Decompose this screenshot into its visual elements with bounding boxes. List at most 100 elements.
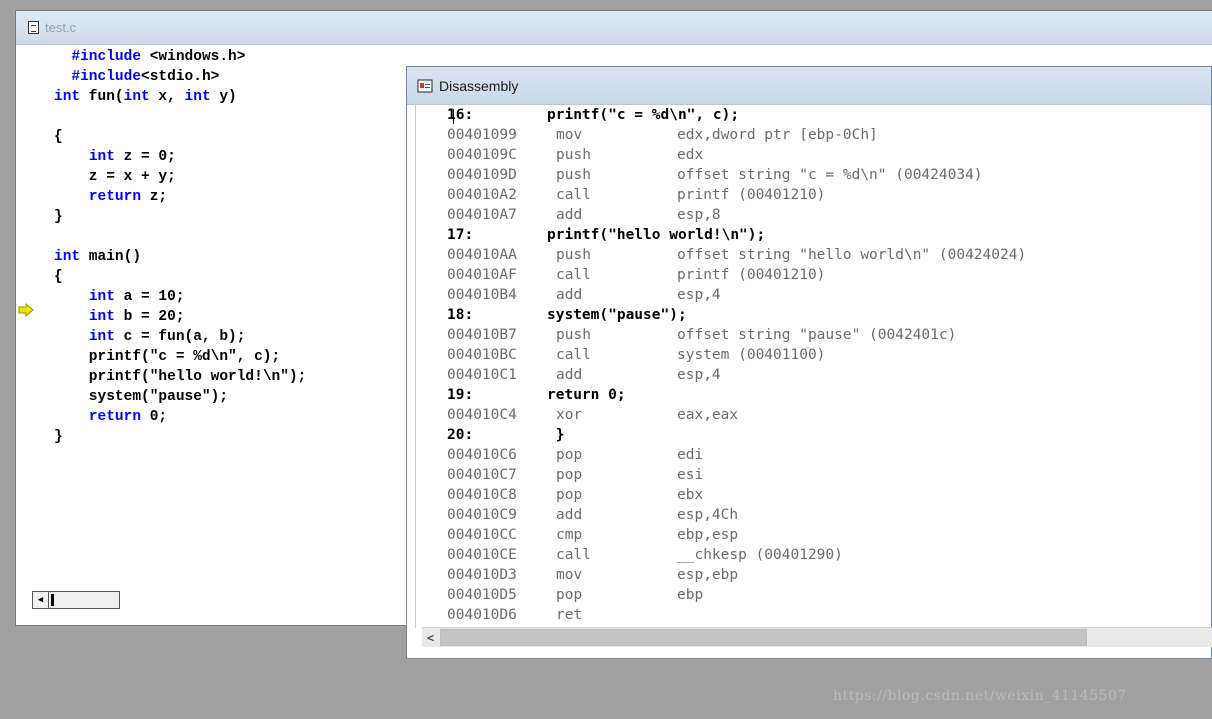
disassembly-window-title: Disassembly <box>439 77 519 94</box>
scroll-thumb[interactable] <box>51 594 54 606</box>
code-line[interactable]: return z; <box>54 187 306 207</box>
instruction-row[interactable]: 004010C7 pop esi <box>447 465 1207 485</box>
scroll-thumb[interactable] <box>440 629 1087 646</box>
code-token: printf("c = %d\n", c); <box>54 349 281 365</box>
code-line[interactable]: int b = 20; <box>54 307 306 327</box>
source-line-number: 18: <box>447 307 474 323</box>
source-annotation-row[interactable]: 19: return 0; <box>447 385 626 405</box>
disassembly-horizontal-scrollbar[interactable]: < <box>422 627 1212 647</box>
source-line-number: 20: <box>447 427 474 443</box>
source-line-code: } <box>547 427 565 443</box>
code-line[interactable]: } <box>54 207 306 227</box>
code-line[interactable]: #include <windows.h> <box>54 47 306 67</box>
code-token: fun( <box>80 89 124 105</box>
code-token: z; <box>141 189 168 205</box>
instruction-row[interactable]: 0040109C push edx <box>447 145 1207 165</box>
disassembly-icon <box>417 79 433 92</box>
source-horizontal-scrollbar[interactable]: ◀ <box>32 591 120 609</box>
code-line[interactable]: printf("c = %d\n", c); <box>54 347 306 367</box>
source-window-titlebar[interactable]: test.c <box>16 11 1212 45</box>
instruction-row[interactable]: 004010A7 add esp,8 <box>447 205 1207 225</box>
keyword-token: int <box>123 89 150 105</box>
code-line[interactable] <box>54 107 306 127</box>
disassembly-listing[interactable]: 16: printf("c = %d\n", c); 00401099 mov edx,… <box>415 105 1212 628</box>
instruction-address: 0040109D <box>447 167 517 183</box>
code-line[interactable]: int c = fun(a, b); <box>54 327 306 347</box>
instruction-address: 004010AF <box>447 267 517 283</box>
instruction-row[interactable]: 004010C9 add esp,4Ch <box>447 505 1207 525</box>
instruction-row[interactable]: 004010D5 pop ebp <box>447 585 1207 605</box>
instruction-row[interactable]: 004010AF call printf (00401210) <box>447 265 1207 285</box>
source-line-number: 17: <box>447 227 474 243</box>
instruction-operands: ebx <box>677 487 704 503</box>
source-line-number: 19: <box>447 387 474 403</box>
disassembly-window-titlebar[interactable]: Disassembly <box>407 67 1211 105</box>
code-line[interactable]: return 0; <box>54 407 306 427</box>
instruction-address: 004010D5 <box>447 587 517 603</box>
instruction-address: 004010B4 <box>447 287 517 303</box>
instruction-row[interactable]: 004010AA push offset string "hello world\n… <box>447 245 1207 265</box>
keyword-token: int <box>88 309 115 325</box>
instruction-address: 00401099 <box>447 127 517 143</box>
scroll-left-icon[interactable]: < <box>422 628 439 647</box>
code-line[interactable]: printf("hello world!\n"); <box>54 367 307 387</box>
instruction-row[interactable]: 004010B4 add esp,4 <box>447 285 1207 305</box>
instruction-row[interactable]: 004010C6 pop edi <box>447 445 1207 465</box>
source-code[interactable]: #include <windows.h> #include<stdio.h> in… <box>54 47 306 447</box>
instruction-row[interactable]: 004010D6 ret <box>447 605 1207 625</box>
code-line[interactable]: { <box>54 127 306 147</box>
code-line[interactable]: system("pause"); <box>54 387 306 407</box>
source-annotation-row[interactable]: 20: } <box>447 425 564 445</box>
current-line-arrow-icon <box>18 303 34 317</box>
keyword-token: return <box>88 409 142 425</box>
instruction-operands: offset string "pause" (0042401c) <box>677 327 957 343</box>
code-line[interactable] <box>54 227 306 247</box>
instruction-mnemonic: pop <box>556 487 583 503</box>
instruction-row[interactable]: 004010C4 xor eax,eax <box>447 405 1207 425</box>
code-token: <stdio.h> <box>141 69 220 85</box>
source-annotation-row[interactable]: 18: system("pause"); <box>447 305 687 325</box>
instruction-operands: system (00401100) <box>677 347 826 363</box>
source-annotation-row[interactable]: 17: printf("hello world!\n"); <box>447 225 765 245</box>
instruction-address: 004010BC <box>447 347 517 363</box>
instruction-mnemonic: call <box>556 547 591 563</box>
code-line[interactable]: } <box>54 427 306 447</box>
instruction-row[interactable]: 004010CC cmp ebp,esp <box>447 525 1207 545</box>
disassembly-window[interactable]: Disassembly 16: printf("c = %d\n", c); 004… <box>406 66 1212 659</box>
keyword-token: int <box>88 289 115 305</box>
instruction-row[interactable]: 004010D3 mov esp,ebp <box>447 565 1207 585</box>
instruction-row[interactable]: 004010C8 pop ebx <box>447 485 1207 505</box>
code-line[interactable]: int a = 10; <box>54 287 306 307</box>
code-line[interactable]: int fun(int x, int y) <box>54 87 306 107</box>
instruction-row[interactable]: 004010BC call system (00401100) <box>447 345 1207 365</box>
code-line[interactable]: #include<stdio.h> <box>54 67 306 87</box>
instruction-mnemonic: push <box>556 247 591 263</box>
source-annotation-row[interactable]: 16: printf("c = %d\n", c); <box>447 105 739 125</box>
instruction-operands: esp,4 <box>677 287 721 303</box>
instruction-address: 004010A7 <box>447 207 517 223</box>
code-line[interactable]: z = x + y; <box>54 167 306 187</box>
scroll-left-icon[interactable]: ◀ <box>33 592 49 608</box>
instruction-row[interactable]: 004010B7 push offset string "pause" (00424… <box>447 325 1207 345</box>
instruction-operands: esp,4Ch <box>677 507 739 523</box>
instruction-operands: printf (00401210) <box>677 187 826 203</box>
instruction-operands: esp,8 <box>677 207 721 223</box>
code-token: printf("hello world!\n"); <box>54 369 307 385</box>
instruction-mnemonic: push <box>556 167 591 183</box>
code-line[interactable]: int z = 0; <box>54 147 306 167</box>
instruction-row[interactable]: 004010A2 call printf (00401210) <box>447 185 1207 205</box>
instruction-row[interactable]: 0040109D push offset string "c = %d\n" (00… <box>447 165 1207 185</box>
code-line[interactable]: { <box>54 267 306 287</box>
code-line[interactable]: int main() <box>54 247 306 267</box>
code-token: x, <box>149 89 185 105</box>
instruction-row[interactable]: 004010CE call __chkesp (00401290) <box>447 545 1207 565</box>
instruction-row[interactable]: 00401099 mov edx,dword ptr [ebp-0Ch] <box>447 125 1207 145</box>
instruction-address: 004010CE <box>447 547 517 563</box>
instruction-operands: ebp,esp <box>677 527 739 543</box>
instruction-operands: esp,4 <box>677 367 721 383</box>
instruction-row[interactable]: 004010C1 add esp,4 <box>447 365 1207 385</box>
instruction-operands: esi <box>677 467 704 483</box>
instruction-mnemonic: call <box>556 267 591 283</box>
